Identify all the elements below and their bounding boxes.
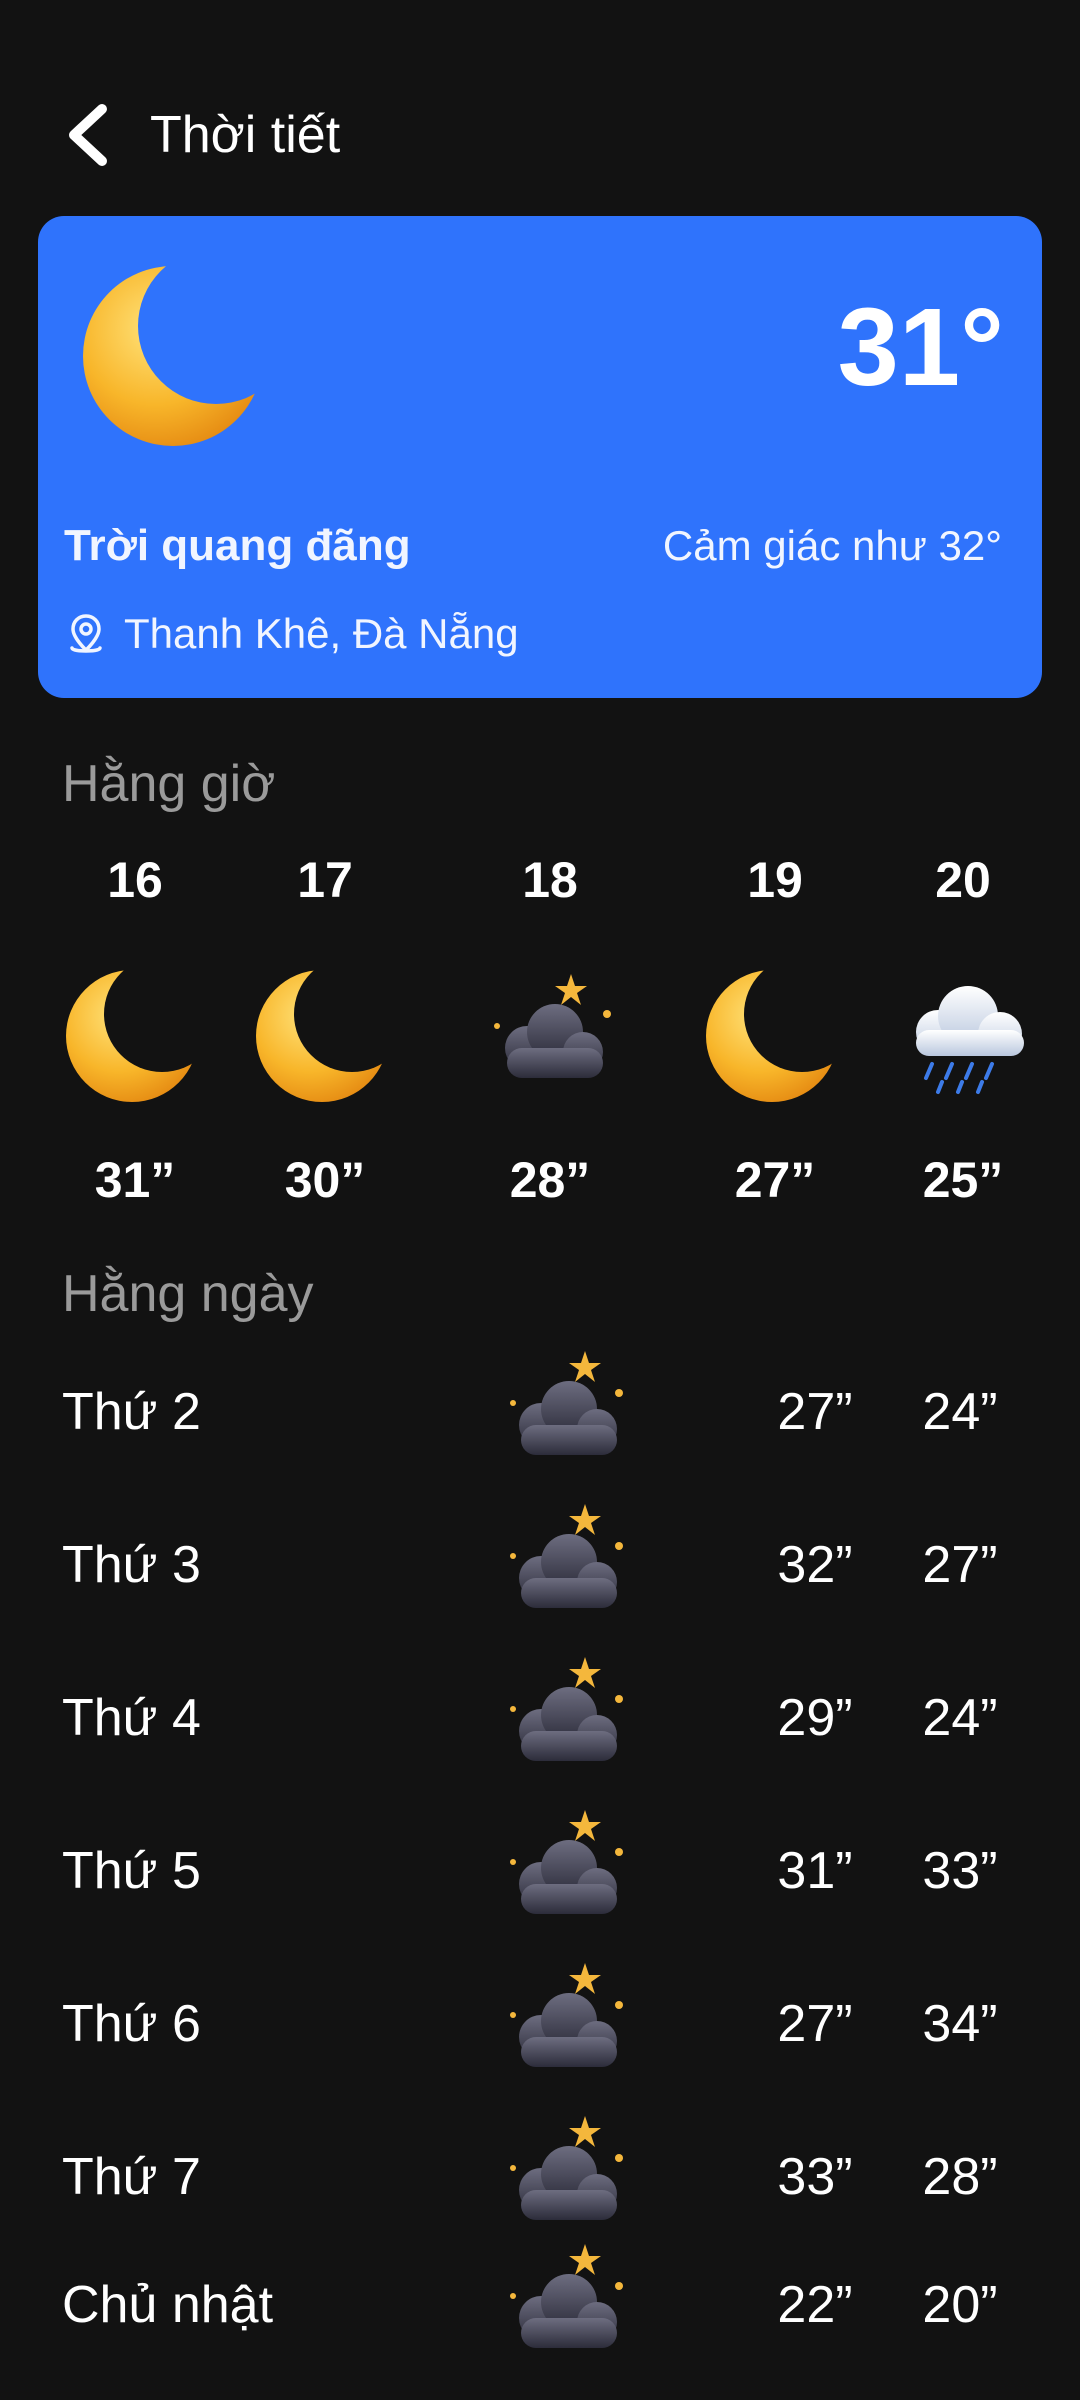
day-name: Thứ 3 <box>62 1536 201 1594</box>
day-low-temp: 24” <box>922 1689 998 1747</box>
page-title: Thời tiết <box>150 106 341 164</box>
day-low-temp: 24” <box>922 1383 998 1441</box>
cloudy-night-icon <box>494 974 611 1078</box>
hour-item[interactable]: 16 31” <box>50 850 220 1210</box>
day-high-temp: 27” <box>777 1995 853 2053</box>
feels-like: Cảm giác như 32° <box>662 522 1002 569</box>
back-button[interactable] <box>52 100 122 170</box>
day-low-temp: 34” <box>922 1995 998 2053</box>
day-row[interactable]: Thứ 6 27” 34” <box>0 1957 1080 2087</box>
day-high-temp: 32” <box>777 1536 853 1594</box>
day-high-temp: 22” <box>777 2276 853 2334</box>
current-condition: Trời quang đãng <box>64 521 411 570</box>
hour-temp: 28” <box>509 1152 591 1208</box>
day-name: Thứ 6 <box>62 1995 201 2053</box>
cloudy-night-icon <box>510 1504 623 1608</box>
hour-time: 16 <box>107 852 163 908</box>
day-row[interactable]: Thứ 5 31” 33” <box>0 1804 1080 1934</box>
day-name: Chủ nhật <box>62 2276 274 2334</box>
cloudy-night-icon <box>510 1810 623 1914</box>
cloudy-night-icon <box>510 1351 623 1455</box>
hour-temp: 27” <box>734 1152 816 1208</box>
crescent-moon-icon <box>66 970 198 1102</box>
day-name: Thứ 7 <box>62 2148 201 2206</box>
day-high-temp: 31” <box>777 1842 853 1900</box>
day-name: Thứ 5 <box>62 1842 201 1900</box>
hourly-section-title: Hằng giờ <box>62 755 276 813</box>
current-weather-card[interactable]: 31° Trời quang đãng Cảm giác như 32° Tha… <box>38 216 1042 698</box>
current-temperature: 31° <box>837 286 1004 409</box>
hour-item[interactable]: 20 25” <box>878 850 1048 1210</box>
day-row[interactable]: Thứ 7 33” 28” <box>0 2110 1080 2240</box>
crescent-moon-icon <box>706 970 838 1102</box>
day-row[interactable]: Thứ 3 32” 27” <box>0 1498 1080 1628</box>
day-high-temp: 29” <box>777 1689 853 1747</box>
hour-temp: 25” <box>922 1152 1004 1208</box>
day-row[interactable]: Thứ 2 27” 24” <box>0 1345 1080 1475</box>
day-low-temp: 27” <box>922 1536 998 1594</box>
day-low-temp: 33” <box>922 1842 998 1900</box>
daily-section-title: Hằng ngày <box>62 1265 314 1323</box>
hour-time: 20 <box>935 852 991 908</box>
cloudy-night-icon <box>510 1963 623 2067</box>
crescent-moon-icon <box>83 266 263 446</box>
hour-item[interactable]: 18 28” <box>465 850 635 1210</box>
cloudy-night-icon <box>510 1657 623 1761</box>
app-header: Thời tiết <box>0 80 1080 180</box>
location[interactable]: Thanh Khê, Đà Nẵng <box>64 606 519 662</box>
crescent-moon-icon <box>256 970 388 1102</box>
hour-item[interactable]: 17 30” <box>240 850 410 1210</box>
rain-cloud-icon <box>916 986 1024 1094</box>
hour-item[interactable]: 19 27” <box>690 850 860 1210</box>
hour-temp: 31” <box>94 1152 176 1208</box>
hour-time: 17 <box>297 852 353 908</box>
chevron-left-icon <box>69 104 107 166</box>
day-high-temp: 33” <box>777 2148 853 2206</box>
day-low-temp: 28” <box>922 2148 998 2206</box>
hour-temp: 30” <box>284 1152 366 1208</box>
day-row[interactable]: Thứ 4 29” 24” <box>0 1651 1080 1781</box>
day-row[interactable]: Chủ nhật 22” 20” <box>0 2238 1080 2368</box>
hour-time: 19 <box>747 852 803 908</box>
day-name: Thứ 4 <box>62 1689 201 1747</box>
location-pin-icon <box>70 614 102 653</box>
day-high-temp: 27” <box>777 1383 853 1441</box>
day-low-temp: 20” <box>922 2276 998 2334</box>
day-name: Thứ 2 <box>62 1383 201 1441</box>
location-text: Thanh Khê, Đà Nẵng <box>124 610 519 657</box>
cloudy-night-icon <box>510 2244 623 2348</box>
cloudy-night-icon <box>510 2116 623 2220</box>
hour-time: 18 <box>522 852 578 908</box>
